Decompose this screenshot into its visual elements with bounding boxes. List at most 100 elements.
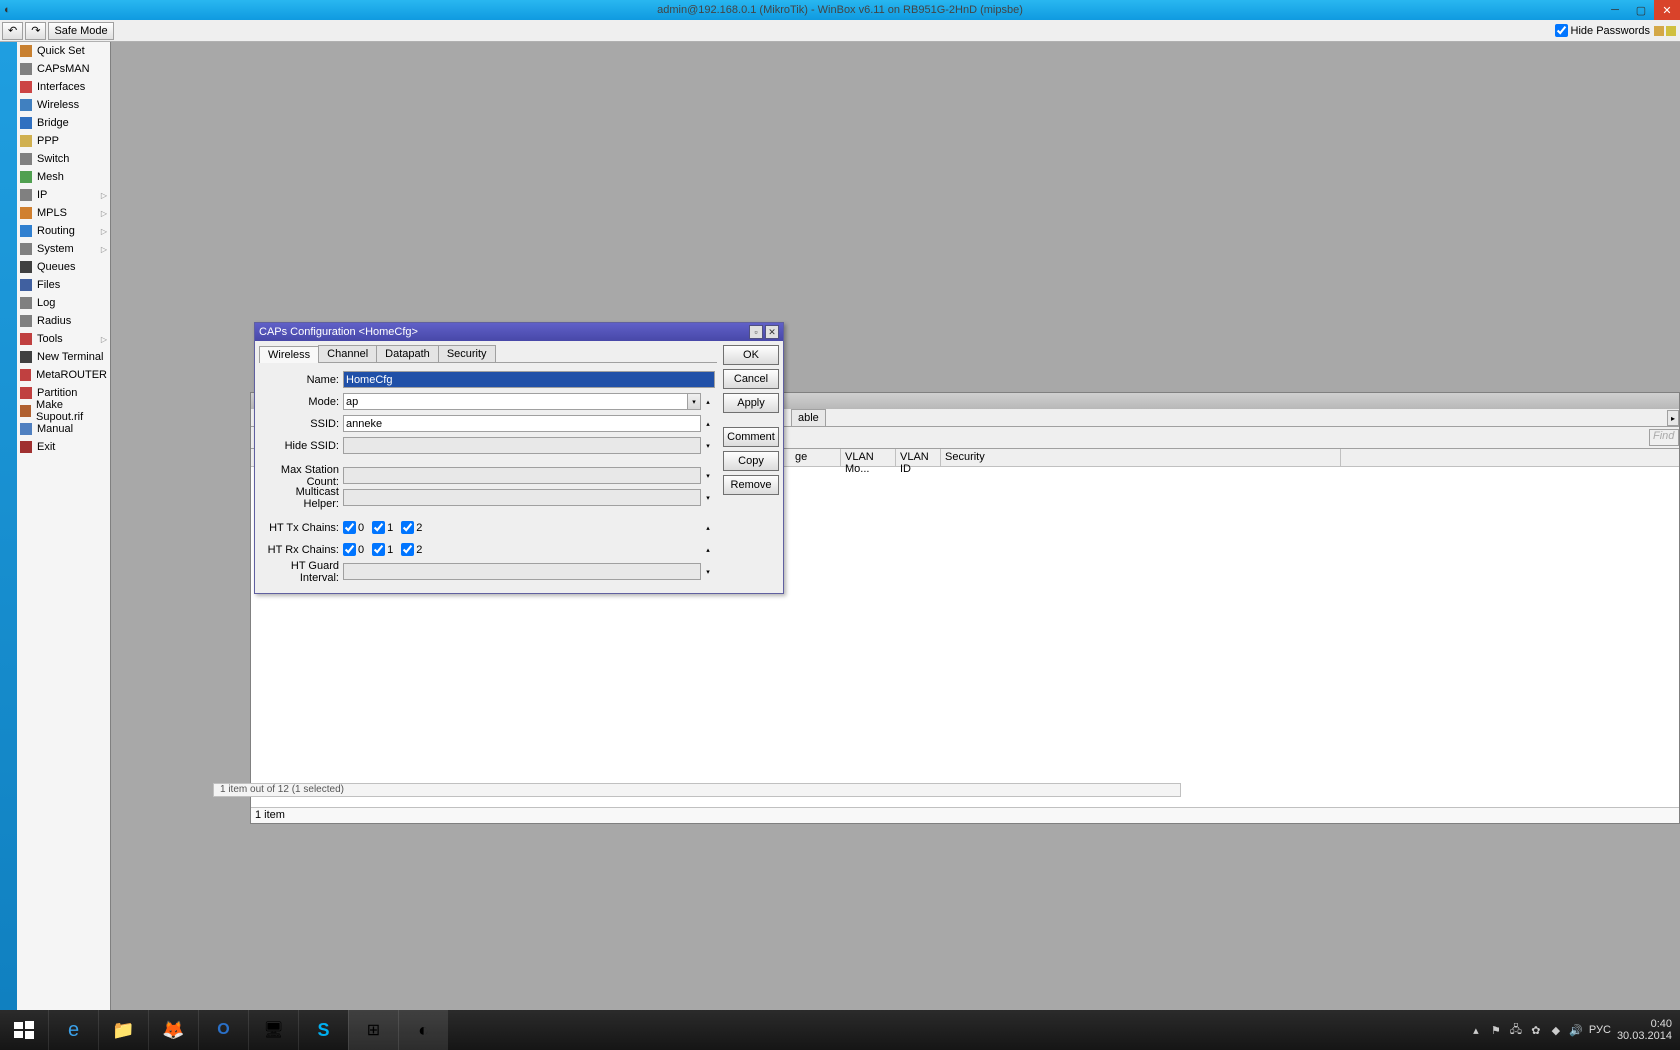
sidebar-item-label: Partition bbox=[37, 387, 77, 399]
taskbar-app2[interactable]: ⊞ bbox=[348, 1010, 398, 1050]
sidebar-item-new-terminal[interactable]: New Terminal bbox=[17, 348, 110, 366]
sidebar-item-label: PPP bbox=[37, 135, 59, 147]
dialog-tab-channel[interactable]: Channel bbox=[318, 345, 377, 362]
cancel-button[interactable]: Cancel bbox=[723, 369, 779, 389]
dialog-tab-security[interactable]: Security bbox=[438, 345, 496, 362]
sidebar-item-exit[interactable]: Exit bbox=[17, 438, 110, 456]
sidebar-icon bbox=[20, 117, 32, 129]
sidebar-item-make-supout-rif[interactable]: Make Supout.rif bbox=[17, 402, 110, 420]
titlebar: ◐ admin@192.168.0.1 (MikroTik) - WinBox … bbox=[0, 0, 1680, 20]
dialog-titlebar[interactable]: CAPs Configuration <HomeCfg> ▫ ✕ bbox=[255, 323, 783, 341]
maximize-button[interactable]: ▢ bbox=[1628, 0, 1654, 20]
taskbar-outlook[interactable]: O bbox=[198, 1010, 248, 1050]
hide-ssid-expand-button[interactable]: ▾ bbox=[701, 437, 715, 454]
remove-button[interactable]: Remove bbox=[723, 475, 779, 495]
taskbar-app1[interactable]: 🖥 bbox=[248, 1010, 298, 1050]
dialog-tab-wireless[interactable]: Wireless bbox=[259, 346, 319, 363]
ssid-input[interactable]: anneke bbox=[343, 415, 701, 432]
ht-tx-0-checkbox[interactable] bbox=[343, 521, 356, 534]
ht-rx-1-checkbox[interactable] bbox=[372, 543, 385, 556]
find-input[interactable]: Find bbox=[1649, 429, 1679, 446]
sidebar-item-metarouter[interactable]: MetaROUTER bbox=[17, 366, 110, 384]
dialog-tab-datapath[interactable]: Datapath bbox=[376, 345, 439, 362]
taskbar-explorer[interactable]: 📁 bbox=[98, 1010, 148, 1050]
mode-select[interactable]: ap bbox=[343, 393, 688, 410]
multicast-input[interactable] bbox=[343, 489, 701, 506]
column-header[interactable]: ge bbox=[791, 449, 841, 466]
comment-button[interactable]: Comment bbox=[723, 427, 779, 447]
sidebar-item-switch[interactable]: Switch bbox=[17, 150, 110, 168]
sidebar-item-manual[interactable]: Manual bbox=[17, 420, 110, 438]
sidebar-item-quick-set[interactable]: Quick Set bbox=[17, 42, 110, 60]
sidebar-item-log[interactable]: Log bbox=[17, 294, 110, 312]
sidebar-icon bbox=[20, 45, 32, 57]
sidebar-item-mpls[interactable]: MPLS▷ bbox=[17, 204, 110, 222]
mode-dropdown-button[interactable]: ▾ bbox=[687, 393, 701, 410]
sidebar-item-ip[interactable]: IP▷ bbox=[17, 186, 110, 204]
copy-button[interactable]: Copy bbox=[723, 451, 779, 471]
hide-passwords-checkbox[interactable]: Hide Passwords bbox=[1555, 24, 1650, 37]
max-station-expand-button[interactable]: ▾ bbox=[701, 467, 715, 484]
sidebar-item-label: Routing bbox=[37, 225, 75, 237]
dialog-close-button[interactable]: ✕ bbox=[765, 325, 779, 339]
start-button[interactable] bbox=[0, 1010, 48, 1050]
undo-button[interactable]: ↶ bbox=[2, 22, 23, 40]
tray-network-icon[interactable]: 🖧 bbox=[1509, 1023, 1523, 1037]
taskbar-skype[interactable]: S bbox=[298, 1010, 348, 1050]
sidebar-item-bridge[interactable]: Bridge bbox=[17, 114, 110, 132]
ht-tx-1-checkbox[interactable] bbox=[372, 521, 385, 534]
taskbar-firefox[interactable]: 🦊 bbox=[148, 1010, 198, 1050]
redo-button[interactable]: ↷ bbox=[25, 22, 46, 40]
taskbar-winbox[interactable]: ◐ bbox=[398, 1010, 448, 1050]
column-header[interactable]: VLAN Mo... bbox=[841, 449, 896, 466]
sidebar-item-system[interactable]: System▷ bbox=[17, 240, 110, 258]
ht-tx-collapse-button[interactable]: ▴ bbox=[701, 519, 715, 536]
app-icon: ◐ bbox=[4, 4, 11, 16]
tray-icon1[interactable]: ✿ bbox=[1529, 1023, 1543, 1037]
ht-rx-0-checkbox[interactable] bbox=[343, 543, 356, 556]
sidebar-item-label: New Terminal bbox=[37, 351, 103, 363]
sidebar-icon bbox=[20, 135, 32, 147]
tray-clock[interactable]: 0:40 30.03.2014 bbox=[1617, 1018, 1672, 1042]
multicast-expand-button[interactable]: ▾ bbox=[701, 489, 715, 506]
ssid-collapse-button[interactable]: ▴ bbox=[701, 415, 715, 432]
ht-rx-2-checkbox[interactable] bbox=[401, 543, 414, 556]
column-header[interactable]: VLAN ID bbox=[896, 449, 941, 466]
name-input[interactable]: HomeCfg bbox=[343, 371, 715, 388]
hide-ssid-input[interactable] bbox=[343, 437, 701, 454]
close-button[interactable]: ✕ bbox=[1654, 0, 1680, 20]
sidebar-item-ppp[interactable]: PPP bbox=[17, 132, 110, 150]
ht-rx-collapse-button[interactable]: ▴ bbox=[701, 541, 715, 558]
max-station-label: Max Station Count: bbox=[261, 464, 343, 488]
ht-guard-input[interactable] bbox=[343, 563, 701, 580]
sidebar-item-tools[interactable]: Tools▷ bbox=[17, 330, 110, 348]
apply-button[interactable]: Apply bbox=[723, 393, 779, 413]
tray-volume-icon[interactable]: 🔊 bbox=[1569, 1023, 1583, 1037]
tray-flag-icon[interactable]: ⚑ bbox=[1489, 1023, 1503, 1037]
minimize-button[interactable]: ─ bbox=[1602, 0, 1628, 20]
bgwin-tab[interactable]: able bbox=[791, 409, 826, 426]
tray-expand-icon[interactable]: ▴ bbox=[1469, 1023, 1483, 1037]
sidebar-item-interfaces[interactable]: Interfaces bbox=[17, 78, 110, 96]
safe-mode-button[interactable]: Safe Mode bbox=[48, 22, 113, 40]
window-title: admin@192.168.0.1 (MikroTik) - WinBox v6… bbox=[657, 4, 1023, 16]
sidebar-item-queues[interactable]: Queues bbox=[17, 258, 110, 276]
sidebar-item-files[interactable]: Files bbox=[17, 276, 110, 294]
tray-language[interactable]: РУС bbox=[1589, 1024, 1611, 1036]
sidebar-icon bbox=[20, 171, 32, 183]
sidebar-item-wireless[interactable]: Wireless bbox=[17, 96, 110, 114]
sidebar-item-radius[interactable]: Radius bbox=[17, 312, 110, 330]
ok-button[interactable]: OK bbox=[723, 345, 779, 365]
taskbar-ie[interactable]: e bbox=[48, 1010, 98, 1050]
ht-guard-expand-button[interactable]: ▾ bbox=[701, 563, 715, 580]
column-header[interactable]: Security bbox=[941, 449, 1341, 466]
bgwin-scroll-button[interactable]: ▸ bbox=[1667, 410, 1679, 426]
ht-tx-2-checkbox[interactable] bbox=[401, 521, 414, 534]
mode-collapse-button[interactable]: ▴ bbox=[701, 393, 715, 410]
sidebar-item-mesh[interactable]: Mesh bbox=[17, 168, 110, 186]
tray-icon2[interactable]: ◆ bbox=[1549, 1023, 1563, 1037]
sidebar-item-routing[interactable]: Routing▷ bbox=[17, 222, 110, 240]
max-station-input[interactable] bbox=[343, 467, 701, 484]
sidebar-item-capsman[interactable]: CAPsMAN bbox=[17, 60, 110, 78]
dialog-maximize-button[interactable]: ▫ bbox=[749, 325, 763, 339]
